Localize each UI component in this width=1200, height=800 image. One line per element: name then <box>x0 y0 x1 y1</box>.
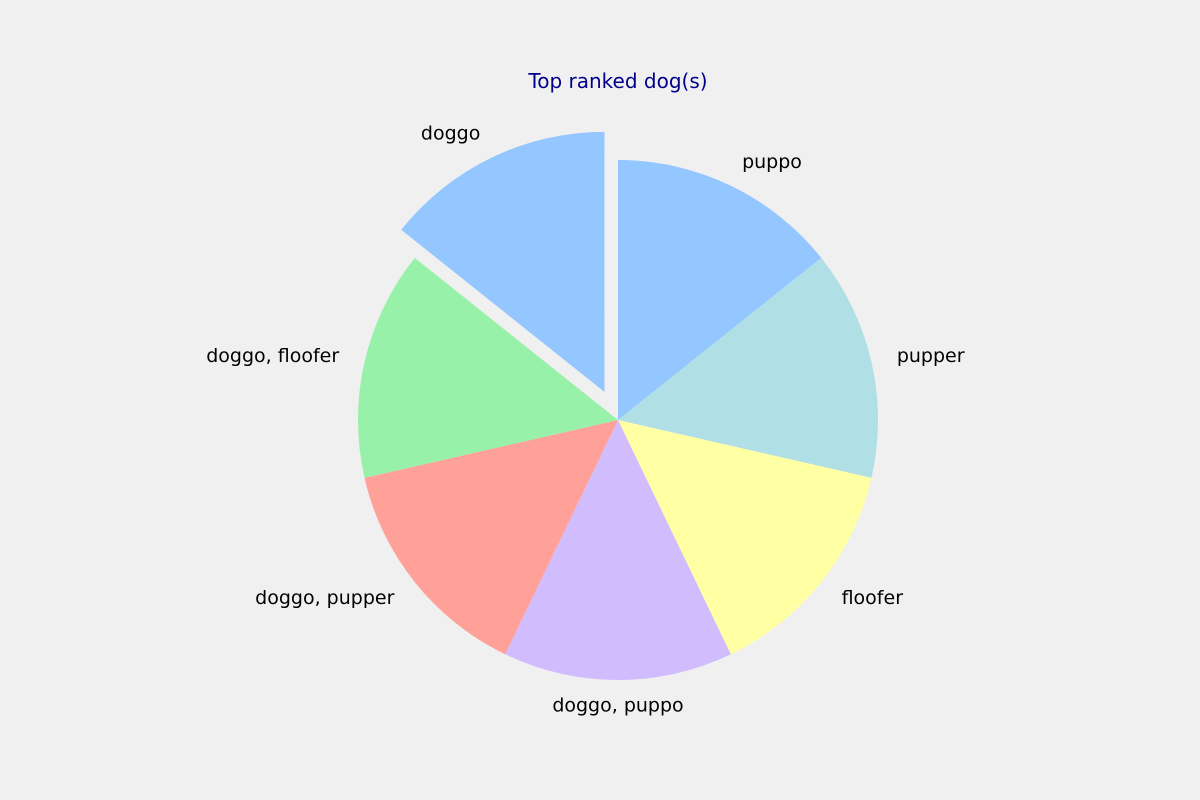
slice-label-puppo: puppo <box>742 151 802 173</box>
pie-slices <box>358 131 879 680</box>
slice-label-doggo-puppo: doggo, puppo <box>552 695 683 717</box>
slice-label-doggo-pupper: doggo, pupper <box>255 587 394 609</box>
slice-label-pupper: pupper <box>897 345 965 367</box>
slice-label-doggo-floofer: doggo, floofer <box>206 345 339 367</box>
pie-chart: Top ranked dog(s) puppo pupper floofer dogg… <box>206 69 965 717</box>
slice-label-doggo: doggo <box>421 123 480 145</box>
chart-figure: Top ranked dog(s) puppo pupper floofer dogg… <box>0 0 1200 800</box>
slice-label-floofer: floofer <box>842 587 904 609</box>
chart-title: Top ranked dog(s) <box>527 69 707 93</box>
